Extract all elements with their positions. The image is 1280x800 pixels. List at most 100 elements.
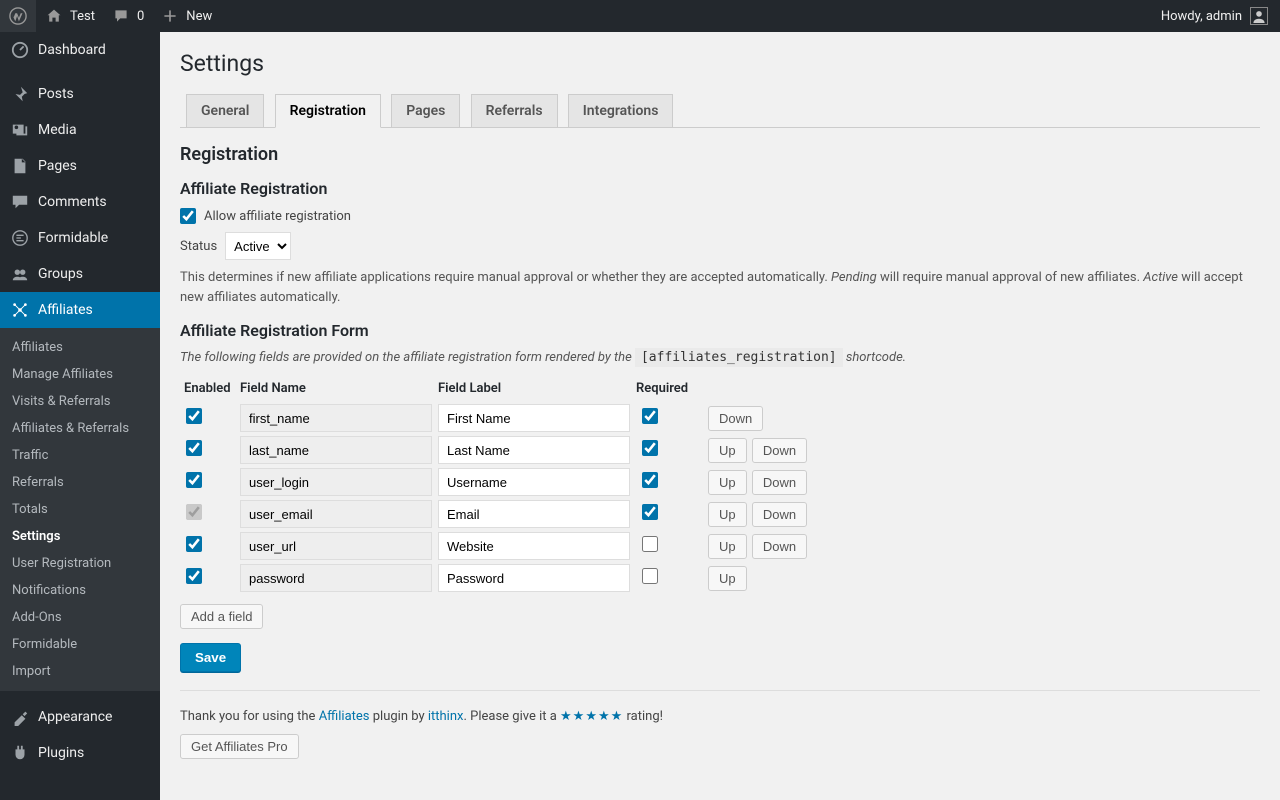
table-row: Up Down	[180, 498, 813, 530]
submenu-settings[interactable]: Settings	[0, 523, 160, 550]
submenu-totals[interactable]: Totals	[0, 496, 160, 523]
menu-formidable[interactable]: Formidable	[0, 220, 160, 256]
new-label: New	[186, 9, 212, 24]
wp-logo[interactable]	[0, 0, 36, 32]
section-form: Affiliate Registration Form	[180, 321, 1260, 340]
menu-comments[interactable]: Comments	[0, 184, 160, 220]
howdy-text[interactable]: Howdy, admin	[1161, 9, 1242, 24]
rating-stars[interactable]: ★★★★★	[560, 709, 623, 724]
field-name-input[interactable]	[240, 532, 432, 560]
submenu-affiliates[interactable]: Affiliates	[0, 334, 160, 361]
submenu-traffic[interactable]: Traffic	[0, 442, 160, 469]
admin-menu: Dashboard Posts Media Pages Comments For…	[0, 32, 160, 800]
menu-pages[interactable]: Pages	[0, 148, 160, 184]
status-label: Status	[180, 239, 217, 254]
comments-link[interactable]: 0	[103, 0, 152, 32]
required-checkbox[interactable]	[642, 536, 658, 552]
allow-registration-checkbox[interactable]	[180, 208, 196, 224]
submenu-user-reg[interactable]: User Registration	[0, 550, 160, 577]
submenu-manage[interactable]: Manage Affiliates	[0, 361, 160, 388]
table-row: Up Down	[180, 530, 813, 562]
th-label: Field Label	[438, 375, 636, 402]
required-checkbox[interactable]	[642, 440, 658, 456]
wordpress-icon	[8, 6, 28, 26]
th-enabled: Enabled	[180, 375, 240, 402]
comment-icon	[111, 6, 131, 26]
submenu-import[interactable]: Import	[0, 658, 160, 685]
up-button[interactable]: Up	[708, 534, 747, 559]
shortcode-code: [affiliates_registration]	[635, 348, 843, 367]
enabled-checkbox[interactable]	[186, 568, 202, 584]
avatar[interactable]	[1250, 7, 1268, 25]
field-label-input[interactable]	[438, 468, 630, 496]
shortcode-note: The following fields are provided on the…	[180, 350, 1260, 365]
field-name-input[interactable]	[240, 468, 432, 496]
enabled-checkbox[interactable]	[186, 536, 202, 552]
pin-icon	[10, 84, 30, 104]
affiliates-icon	[10, 300, 30, 320]
section-affiliate-reg: Affiliate Registration	[180, 179, 1260, 198]
tab-integrations[interactable]: Integrations	[568, 94, 674, 127]
field-label-input[interactable]	[438, 564, 630, 592]
field-label-input[interactable]	[438, 532, 630, 560]
table-row: Up Down	[180, 434, 813, 466]
site-name[interactable]: Test	[36, 0, 103, 32]
affiliates-link[interactable]: Affiliates	[319, 709, 370, 724]
comments-count: 0	[137, 9, 144, 24]
enabled-checkbox[interactable]	[186, 408, 202, 424]
field-name-input[interactable]	[240, 436, 432, 464]
submenu-addons[interactable]: Add-Ons	[0, 604, 160, 631]
submenu-visits[interactable]: Visits & Referrals	[0, 388, 160, 415]
enabled-checkbox[interactable]	[186, 504, 202, 520]
field-label-input[interactable]	[438, 500, 630, 528]
required-checkbox[interactable]	[642, 504, 658, 520]
author-link[interactable]: itthinx	[428, 709, 464, 724]
comment-icon	[10, 192, 30, 212]
required-checkbox[interactable]	[642, 408, 658, 424]
submenu-aff-ref[interactable]: Affiliates & Referrals	[0, 415, 160, 442]
get-pro-button[interactable]: Get Affiliates Pro	[180, 734, 299, 759]
up-button[interactable]: Up	[708, 566, 747, 591]
up-button[interactable]: Up	[708, 502, 747, 527]
field-name-input[interactable]	[240, 404, 432, 432]
menu-affiliates[interactable]: Affiliates	[0, 292, 160, 328]
submenu-referrals[interactable]: Referrals	[0, 469, 160, 496]
save-button[interactable]: Save	[180, 643, 241, 672]
down-button[interactable]: Down	[752, 502, 807, 527]
field-label-input[interactable]	[438, 404, 630, 432]
tab-registration[interactable]: Registration	[275, 94, 381, 128]
admin-bar: Test 0 New Howdy, admin	[0, 0, 1280, 32]
menu-plugins[interactable]: Plugins	[0, 735, 160, 771]
field-label-input[interactable]	[438, 436, 630, 464]
submenu-notifications[interactable]: Notifications	[0, 577, 160, 604]
menu-appearance[interactable]: Appearance	[0, 699, 160, 735]
tab-pages[interactable]: Pages	[391, 94, 460, 127]
submenu-formidable[interactable]: Formidable	[0, 631, 160, 658]
menu-dashboard[interactable]: Dashboard	[0, 32, 160, 68]
table-row: Up Down	[180, 466, 813, 498]
down-button[interactable]: Down	[752, 534, 807, 559]
menu-label: Plugins	[38, 745, 84, 761]
up-button[interactable]: Up	[708, 438, 747, 463]
table-row: Down	[180, 402, 813, 434]
tab-referrals[interactable]: Referrals	[471, 94, 558, 127]
add-field-button[interactable]: Add a field	[180, 604, 263, 629]
field-name-input[interactable]	[240, 564, 432, 592]
enabled-checkbox[interactable]	[186, 440, 202, 456]
down-button[interactable]: Down	[752, 470, 807, 495]
down-button[interactable]: Down	[752, 438, 807, 463]
field-name-input[interactable]	[240, 500, 432, 528]
status-select[interactable]: Active	[225, 232, 291, 260]
required-checkbox[interactable]	[642, 472, 658, 488]
allow-registration-label: Allow affiliate registration	[204, 209, 351, 224]
required-checkbox[interactable]	[642, 568, 658, 584]
nav-tabs: General Registration Pages Referrals Int…	[180, 93, 1260, 128]
menu-posts[interactable]: Posts	[0, 76, 160, 112]
down-button[interactable]: Down	[708, 406, 763, 431]
new-content[interactable]: New	[152, 0, 220, 32]
tab-general[interactable]: General	[186, 94, 264, 127]
up-button[interactable]: Up	[708, 470, 747, 495]
menu-media[interactable]: Media	[0, 112, 160, 148]
enabled-checkbox[interactable]	[186, 472, 202, 488]
menu-groups[interactable]: Groups	[0, 256, 160, 292]
